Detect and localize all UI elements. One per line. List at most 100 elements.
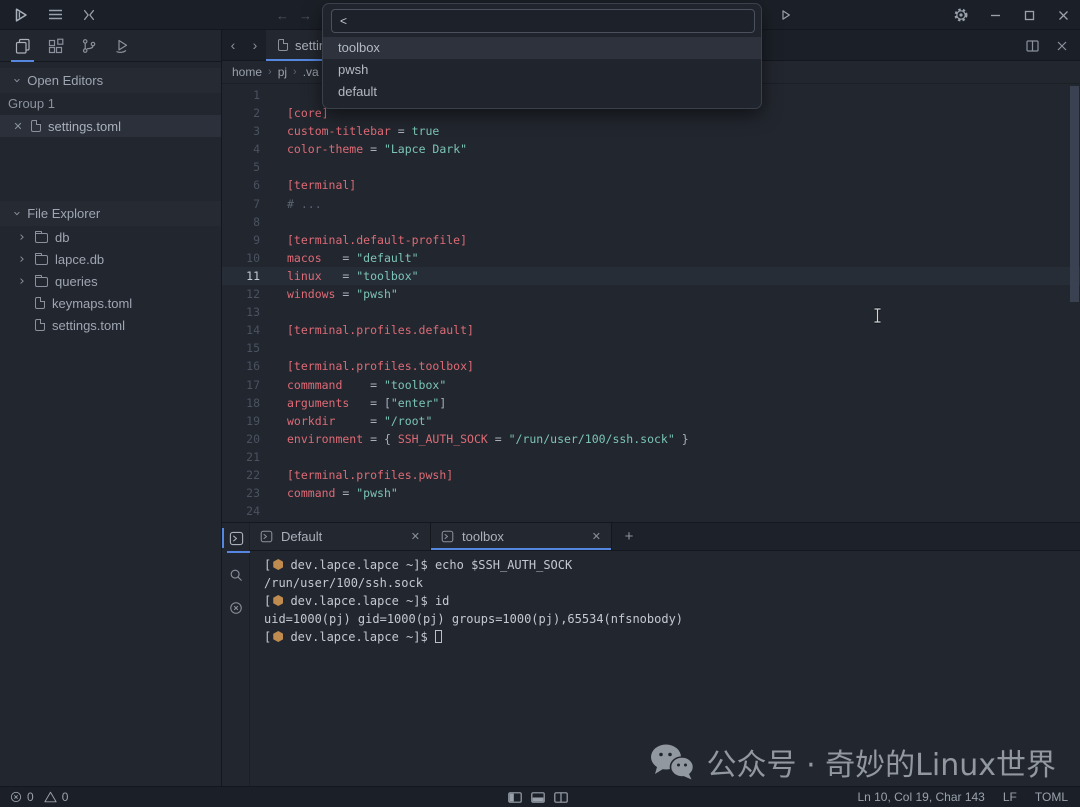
warning-count: 0 (62, 790, 69, 804)
code-line[interactable]: 3custom-titlebar = true (222, 122, 1080, 140)
line-number: 16 (222, 357, 260, 375)
line-number: 18 (222, 394, 260, 412)
explorer-item-queries[interactable]: ›queries (0, 270, 221, 292)
menu-icon[interactable] (40, 0, 70, 30)
terminal-tab-label: Default (281, 529, 403, 544)
file-explorer-header[interactable]: › File Explorer (0, 201, 221, 226)
code-line[interactable]: 13 (222, 303, 1080, 321)
code-text: linux = "toolbox" (287, 267, 419, 285)
source-control-panel-icon[interactable] (72, 30, 105, 62)
close-editor-icon[interactable] (1050, 34, 1074, 58)
problems-panel-icon[interactable] (222, 593, 250, 623)
new-terminal-button[interactable]: + (612, 523, 646, 550)
command-text: id (435, 594, 449, 608)
code-line[interactable]: 22[terminal.profiles.pwsh] (222, 466, 1080, 484)
code-editor[interactable]: 12[core]3custom-titlebar = true4color-th… (222, 84, 1080, 522)
token: = (391, 124, 412, 138)
terminal-tabbar: Default ✕ toolbox ✕ + (250, 523, 1080, 551)
token: [core] (287, 106, 329, 120)
close-icon[interactable]: ✕ (12, 120, 24, 133)
terminal-tab-default[interactable]: Default ✕ (250, 523, 431, 550)
close-icon[interactable]: ✕ (592, 530, 601, 543)
terminal-cursor (435, 630, 442, 643)
plugins-panel-icon[interactable] (39, 30, 72, 62)
code-line[interactable]: 5 (222, 158, 1080, 176)
breadcrumb-segment[interactable]: pj (278, 65, 287, 79)
history-back-icon[interactable]: ← (276, 8, 289, 23)
terminal-tab-toolbox[interactable]: toolbox ✕ (431, 523, 612, 550)
token: linux (287, 269, 322, 283)
code-line[interactable]: 16 [terminal.profiles.toolbox] (222, 357, 1080, 375)
breadcrumb-segment[interactable]: .va (303, 65, 319, 79)
debug-panel-icon[interactable] (105, 30, 138, 62)
code-line[interactable]: 23command = "pwsh" (222, 484, 1080, 502)
remote-connection-icon[interactable] (74, 0, 104, 30)
code-text: windows = "pwsh" (287, 285, 398, 303)
code-line[interactable]: 8 (222, 213, 1080, 231)
file-explorer-panel-icon[interactable] (6, 30, 39, 62)
explorer-item-lapce.db[interactable]: ›lapce.db (0, 248, 221, 270)
code-line[interactable]: 7# ... (222, 195, 1080, 213)
code-line[interactable]: 10macos = "default" (222, 249, 1080, 267)
toggle-bottom-panel-icon[interactable] (531, 792, 545, 803)
palette-item-default[interactable]: default (323, 81, 761, 103)
line-ending[interactable]: LF (1003, 790, 1017, 804)
history-forward-icon[interactable]: → (299, 8, 312, 23)
run-icon[interactable] (772, 0, 800, 30)
code-text: [terminal.profiles.toolbox] (287, 357, 474, 375)
code-line[interactable]: 24 (222, 502, 1080, 520)
code-line[interactable]: 11linux = "toolbox" (222, 267, 1080, 285)
problems-summary[interactable]: 0 0 (0, 790, 68, 804)
tab-forward-icon[interactable]: › (244, 37, 266, 53)
terminal-panel-icon[interactable] (222, 523, 250, 553)
explorer-item-label: queries (55, 274, 98, 289)
open-editors-header[interactable]: › Open Editors (0, 68, 221, 93)
folder-icon (35, 233, 48, 243)
token: = (322, 269, 357, 283)
breadcrumb-segment[interactable]: home (232, 65, 262, 79)
terminal-line: [ dev.lapce.lapce ~]$ (264, 628, 1080, 646)
language-mode[interactable]: TOML (1035, 790, 1068, 804)
minimize-button[interactable] (978, 0, 1012, 30)
code-line[interactable]: 12windows = "pwsh" (222, 285, 1080, 303)
explorer-item-db[interactable]: ›db (0, 226, 221, 248)
explorer-item-keymaps.toml[interactable]: keymaps.toml (0, 292, 221, 314)
code-line[interactable]: 17commmand = "toolbox" (222, 376, 1080, 394)
breadcrumb-separator: › (268, 66, 272, 78)
palette-input[interactable] (331, 9, 755, 33)
tab-back-icon[interactable]: ‹ (222, 37, 244, 53)
palette-item-pwsh[interactable]: pwsh (323, 59, 761, 81)
close-icon[interactable]: ✕ (411, 530, 420, 543)
open-editor-item-settings-toml[interactable]: ✕ settings.toml (0, 115, 221, 137)
explorer-item-settings.toml[interactable]: settings.toml (0, 314, 221, 336)
file-icon (278, 39, 288, 51)
code-line[interactable]: 19workdir = "/root" (222, 412, 1080, 430)
toggle-right-panel-icon[interactable] (554, 792, 568, 803)
code-line[interactable]: 6[terminal] (222, 176, 1080, 194)
code-line[interactable]: 4color-theme = "Lapce Dark" (222, 140, 1080, 158)
editor-scrollbar-thumb[interactable] (1070, 86, 1079, 302)
close-button[interactable] (1046, 0, 1080, 30)
token: "enter" (391, 396, 439, 410)
settings-gear-icon[interactable] (944, 0, 978, 30)
line-number: 13 (222, 303, 260, 321)
panel-icon-strip (222, 523, 250, 787)
palette-item-toolbox[interactable]: toolbox (323, 37, 761, 59)
line-number: 1 (222, 86, 260, 104)
code-line[interactable]: 14[terminal.profiles.default] (222, 321, 1080, 339)
line-number: 19 (222, 412, 260, 430)
maximize-button[interactable] (1012, 0, 1046, 30)
code-line[interactable]: 15 (222, 339, 1080, 357)
chevron-right-icon: › (16, 253, 28, 266)
toggle-left-panel-icon[interactable] (508, 792, 522, 803)
split-editor-icon[interactable] (1020, 34, 1044, 58)
explorer-item-label: keymaps.toml (52, 296, 132, 311)
cursor-position[interactable]: Ln 10, Col 19, Char 143 (857, 790, 984, 804)
search-panel-icon[interactable] (222, 560, 250, 590)
code-line[interactable]: 9[terminal.default-profile] (222, 231, 1080, 249)
code-line[interactable]: 20environment = { SSH_AUTH_SOCK = "/run/… (222, 430, 1080, 448)
code-line[interactable]: 18arguments = ["enter"] (222, 394, 1080, 412)
code-line[interactable]: 21 (222, 448, 1080, 466)
terminal-profile-palette: toolboxpwshdefault (322, 3, 762, 109)
terminal-icon (260, 530, 273, 543)
